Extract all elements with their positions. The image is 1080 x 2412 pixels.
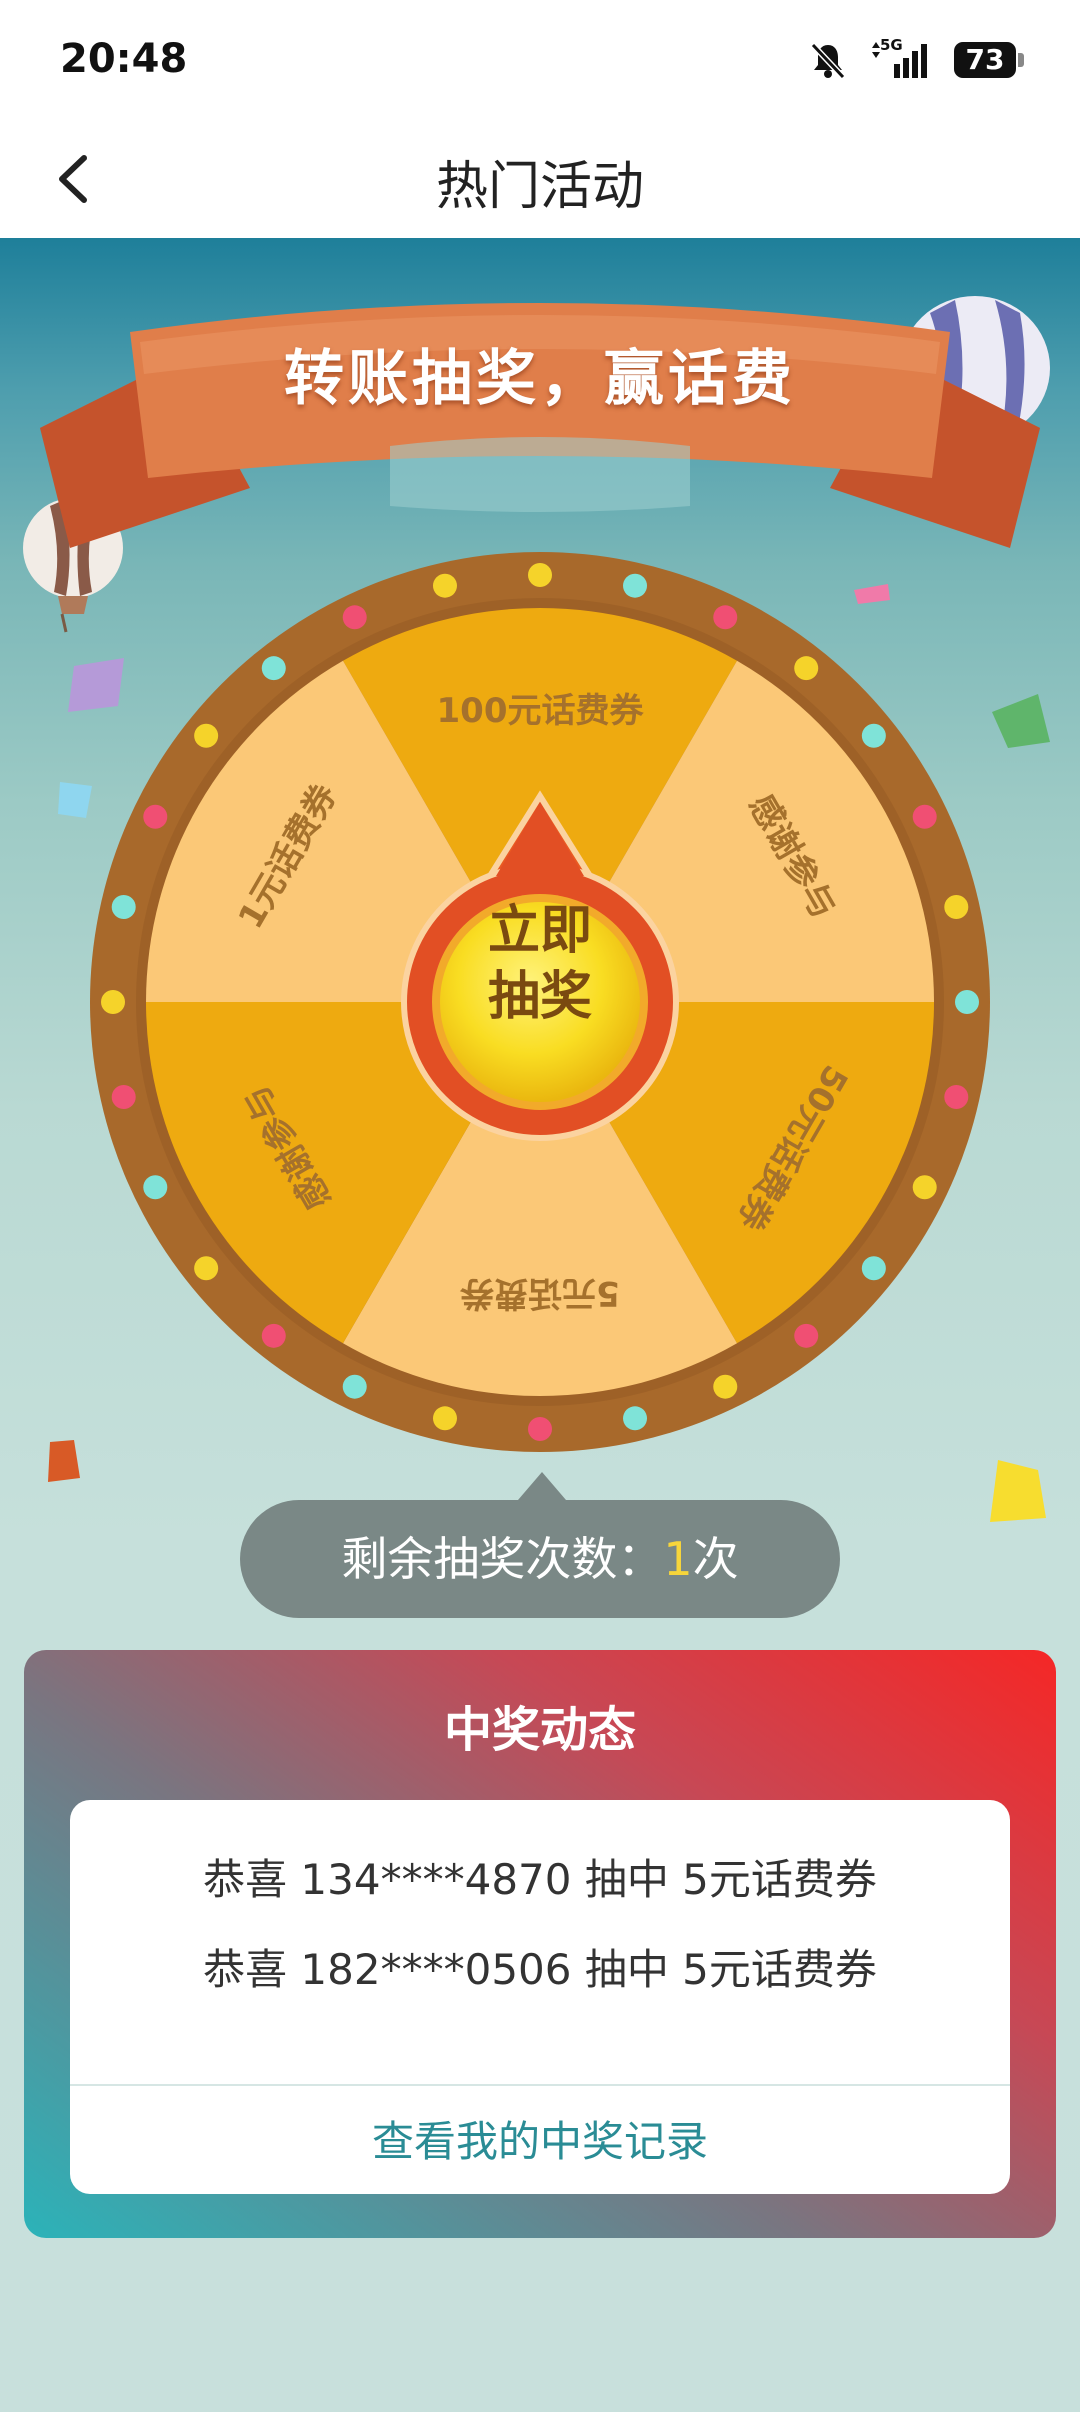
remaining-count: 1 <box>663 1532 693 1586</box>
status-time: 20:48 <box>60 36 188 82</box>
spin-label-line1: 立即 <box>487 901 592 961</box>
remaining-unit: 次 <box>692 1532 739 1586</box>
rim-light <box>623 1406 648 1431</box>
bell-muted-icon <box>810 42 846 80</box>
rim-light <box>101 990 125 1014</box>
rim-light <box>261 656 286 681</box>
battery-level: 73 <box>965 43 1005 76</box>
rim-light <box>955 990 979 1014</box>
page-title: 热门活动 <box>435 157 644 217</box>
rim-light <box>432 1406 457 1431</box>
remaining-draws-badge: 剩余抽奖次数：1次 <box>240 1472 840 1618</box>
nav-bar: 热门活动 <box>0 120 1080 238</box>
rim-light <box>194 723 219 748</box>
signal-bars-icon <box>872 42 927 78</box>
rim-light <box>194 1256 219 1281</box>
rim-light <box>944 1085 969 1110</box>
status-icons: 5G 73 <box>808 36 1024 82</box>
rim-light <box>944 894 969 919</box>
rim-light <box>912 1175 937 1200</box>
rim-light <box>432 573 457 598</box>
view-my-records-link[interactable]: 查看我的中奖记录 <box>70 2108 1010 2169</box>
wheel-segment-label: 100元话费券 <box>437 691 645 731</box>
rim-light <box>713 605 738 630</box>
rim-light <box>261 1323 286 1348</box>
rim-light <box>623 573 648 598</box>
rim-light <box>143 804 168 829</box>
rim-light <box>912 804 937 829</box>
rim-light <box>861 723 886 748</box>
divider <box>70 2084 1010 2086</box>
rim-light <box>794 656 819 681</box>
banner-title: 转账抽奖，赢话费 <box>284 344 796 414</box>
signal-icon: 5G <box>870 36 932 80</box>
confetti-icon <box>990 1460 1046 1522</box>
rim-light <box>528 563 552 587</box>
winners-title: 中奖动态 <box>443 1702 636 1758</box>
battery-icon: 73 <box>954 42 1024 78</box>
remaining-label: 剩余抽奖次数： <box>341 1532 664 1586</box>
rim-light <box>861 1256 886 1281</box>
rim-light <box>794 1323 819 1348</box>
rim-light <box>342 605 367 630</box>
winners-card: 恭喜 134****4870 抽中 5元话费券 恭喜 182****0506 抽… <box>70 1800 1010 2194</box>
status-bar: 20:48 5G 73 <box>0 0 1080 120</box>
winner-item: 恭喜 134****4870 抽中 5元话费券 <box>203 1855 877 1904</box>
rim-light <box>342 1374 367 1399</box>
rim-light <box>713 1374 738 1399</box>
rim-light <box>528 1417 552 1441</box>
rim-light <box>111 1085 136 1110</box>
confetti-icon <box>48 1440 80 1482</box>
wheel-segment-label: 5元话费券 <box>459 1273 620 1313</box>
winners-panel: 中奖动态 恭喜 134****4870 抽中 5元话费券 恭喜 182****0… <box>24 1650 1056 2238</box>
winner-item: 恭喜 182****0506 抽中 5元话费券 <box>203 1945 877 1994</box>
activity-stage: 转账抽奖，赢话费 100元话费券 感谢参与 50元话费券 5元话费券 感谢参与 1元话费券… <box>0 238 1080 2412</box>
rim-light <box>143 1175 168 1200</box>
spin-label-line2: 抽奖 <box>487 967 592 1027</box>
rim-light <box>111 894 136 919</box>
spin-button-label[interactable]: 立即 抽奖 <box>410 898 670 1030</box>
confetti-icon <box>992 694 1050 748</box>
